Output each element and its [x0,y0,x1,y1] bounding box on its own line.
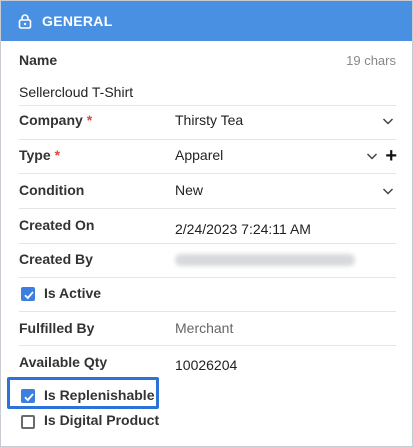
name-input[interactable]: Sellercloud T-Shirt [19,84,396,102]
created-on-value: 2/24/2023 7:24:11 AM [175,221,311,237]
divider [19,105,396,106]
created-on-label: Created On [19,217,95,233]
is-digital-product-checkbox[interactable]: Is Digital Product [19,412,396,430]
is-replenishable-label: Is Replenishable [44,387,155,403]
created-by-redacted-value [175,254,355,266]
created-by-row: Created By [19,251,396,269]
available-qty-row: Available Qty 10026204 [19,354,396,373]
checkbox-checked-icon [21,389,35,403]
is-replenishable-checkbox[interactable]: Is Replenishable [19,387,396,405]
available-qty-label: Available Qty [19,354,108,370]
available-qty-value: 10026204 [175,357,238,373]
panel-header[interactable]: GENERAL [1,1,412,41]
name-value: Sellercloud T-Shirt [19,84,134,100]
char-count: 19 chars [346,53,396,68]
fulfilled-by-row: Fulfilled By Merchant [19,320,396,338]
type-value: Apparel [175,147,224,163]
fulfilled-by-value: Merchant [175,320,234,336]
type-select[interactable]: Apparel [19,147,396,165]
divider [19,173,396,174]
condition-value: New [175,182,204,198]
is-digital-product-label: Is Digital Product [44,412,160,428]
condition-select[interactable]: New [19,182,396,200]
panel-title: GENERAL [42,13,113,29]
add-type-button[interactable]: + [385,146,397,166]
divider [19,139,396,140]
name-label: Name [19,52,58,68]
divider [19,208,396,209]
general-panel: GENERAL Name 19 chars Sellercloud T-Shir… [0,0,413,447]
chevron-down-icon [366,153,378,160]
created-by-label: Created By [19,251,93,267]
is-active-label: Is Active [44,285,102,301]
chevron-down-icon [382,118,394,125]
created-on-row: Created On 2/24/2023 7:24:11 AM [19,217,396,237]
chevron-down-icon [382,188,394,195]
fulfilled-by-label: Fulfilled By [19,320,95,336]
company-value: Thirsty Tea [175,112,244,128]
divider [19,277,396,278]
divider [19,311,396,312]
name-row: Name 19 chars [19,52,396,70]
checkbox-unchecked-icon [21,415,35,429]
divider [19,243,396,244]
checkbox-checked-icon [21,287,35,301]
divider [19,345,396,346]
is-active-checkbox[interactable]: Is Active [19,285,396,303]
company-select[interactable]: Thirsty Tea [19,112,396,130]
lock-icon [17,13,33,29]
